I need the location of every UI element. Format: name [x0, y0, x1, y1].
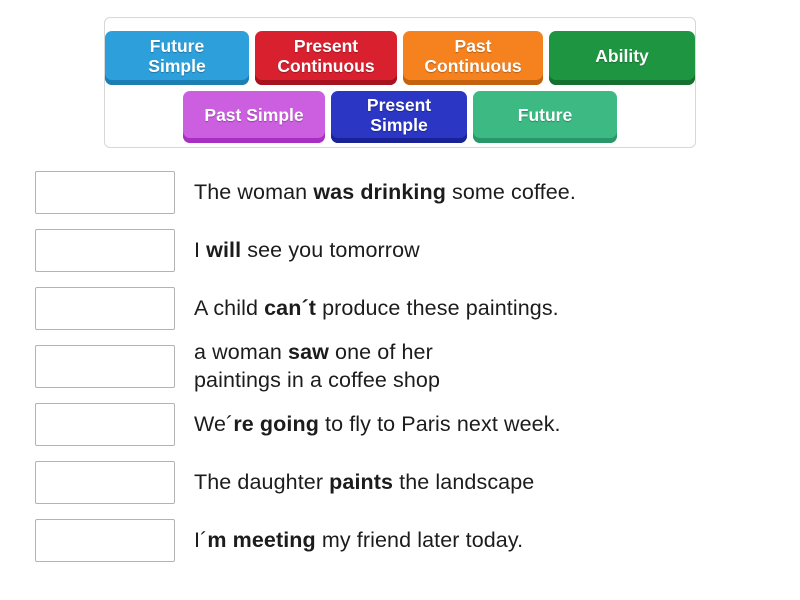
- tile-row-top: Future Simple Present Continuous Past Continu…: [105, 18, 695, 85]
- sentence-prefix: a woman: [194, 339, 289, 364]
- question-text-q7: I´m meeting my friend later today.: [194, 526, 523, 554]
- sentence-keyword: will: [206, 237, 242, 262]
- sentence-suffix: my friend later today.: [315, 527, 524, 552]
- sentence-prefix: The daughter: [194, 469, 330, 494]
- drop-zone-q3[interactable]: [35, 286, 175, 330]
- tile-present-simple[interactable]: Present Simple: [331, 91, 467, 143]
- tile-label: Present Continuous: [277, 35, 375, 76]
- tile-label: Past Continuous: [424, 35, 522, 76]
- tile-ability[interactable]: Ability: [549, 31, 695, 85]
- question-text-q4: a woman saw one of her paintings in a cof…: [194, 338, 440, 395]
- question-text-q6: The daughter paints the landscape: [194, 468, 534, 496]
- sentence-keyword: m meeting: [207, 527, 316, 552]
- sentence-prefix: I´: [194, 527, 208, 552]
- question-row: The woman was drinking some coffee.: [0, 163, 800, 221]
- question-list: The woman was drinking some coffee. I wil…: [0, 163, 800, 569]
- tile-past-continuous[interactable]: Past Continuous: [403, 31, 544, 85]
- sentence-suffix: see you tomorrow: [241, 237, 420, 262]
- tile-past-simple[interactable]: Past Simple: [183, 91, 325, 143]
- drop-zone-q5[interactable]: [35, 402, 175, 446]
- question-row: We´re going to fly to Paris next week.: [0, 395, 800, 453]
- sentence-suffix: produce these paintings.: [316, 295, 559, 320]
- question-row: I will see you tomorrow: [0, 221, 800, 279]
- tile-label: Ability: [595, 45, 649, 66]
- sentence-keyword: paints: [329, 469, 394, 494]
- sentence-prefix: I: [194, 237, 207, 262]
- sentence-suffix: the landscape: [393, 469, 535, 494]
- sentence-suffix: to fly to Paris next week.: [318, 411, 561, 436]
- drop-zone-q2[interactable]: [35, 228, 175, 272]
- sentence-suffix: some coffee.: [445, 179, 576, 204]
- drop-zone-q1[interactable]: [35, 170, 175, 214]
- tile-label: Past Simple: [204, 104, 304, 125]
- question-row: The daughter paints the landscape: [0, 453, 800, 511]
- drop-zone-q6[interactable]: [35, 460, 175, 504]
- question-text-q5: We´re going to fly to Paris next week.: [194, 410, 561, 438]
- question-text-q1: The woman was drinking some coffee.: [194, 178, 576, 206]
- question-row: A child can´t produce these paintings.: [0, 279, 800, 337]
- tile-present-continuous[interactable]: Present Continuous: [254, 31, 397, 85]
- tile-label: Future: [517, 104, 573, 125]
- question-text-q3: A child can´t produce these paintings.: [194, 294, 559, 322]
- question-row: I´m meeting my friend later today.: [0, 511, 800, 569]
- tile-tray: Future Simple Present Continuous Past Continu…: [104, 17, 696, 148]
- sentence-keyword: was drinking: [313, 179, 446, 204]
- drop-zone-q7[interactable]: [35, 518, 175, 562]
- sentence-keyword: can´t: [264, 295, 316, 320]
- sentence-keyword: saw: [288, 339, 329, 364]
- tile-label: Present Simple: [366, 94, 432, 135]
- question-row: a woman saw one of her paintings in a cof…: [0, 337, 800, 395]
- sentence-keyword: re going: [233, 411, 319, 436]
- question-text-q2: I will see you tomorrow: [194, 236, 420, 264]
- sentence-prefix: We´: [194, 411, 234, 436]
- sentence-prefix: A child: [194, 295, 265, 320]
- tile-future-simple[interactable]: Future Simple: [105, 31, 249, 85]
- sentence-prefix: The woman: [194, 179, 314, 204]
- tile-row-bottom: Past Simple Present Simple Future: [105, 85, 695, 143]
- tile-label: Future Simple: [148, 35, 206, 76]
- tile-future[interactable]: Future: [473, 91, 617, 143]
- drop-zone-q4[interactable]: [35, 344, 175, 388]
